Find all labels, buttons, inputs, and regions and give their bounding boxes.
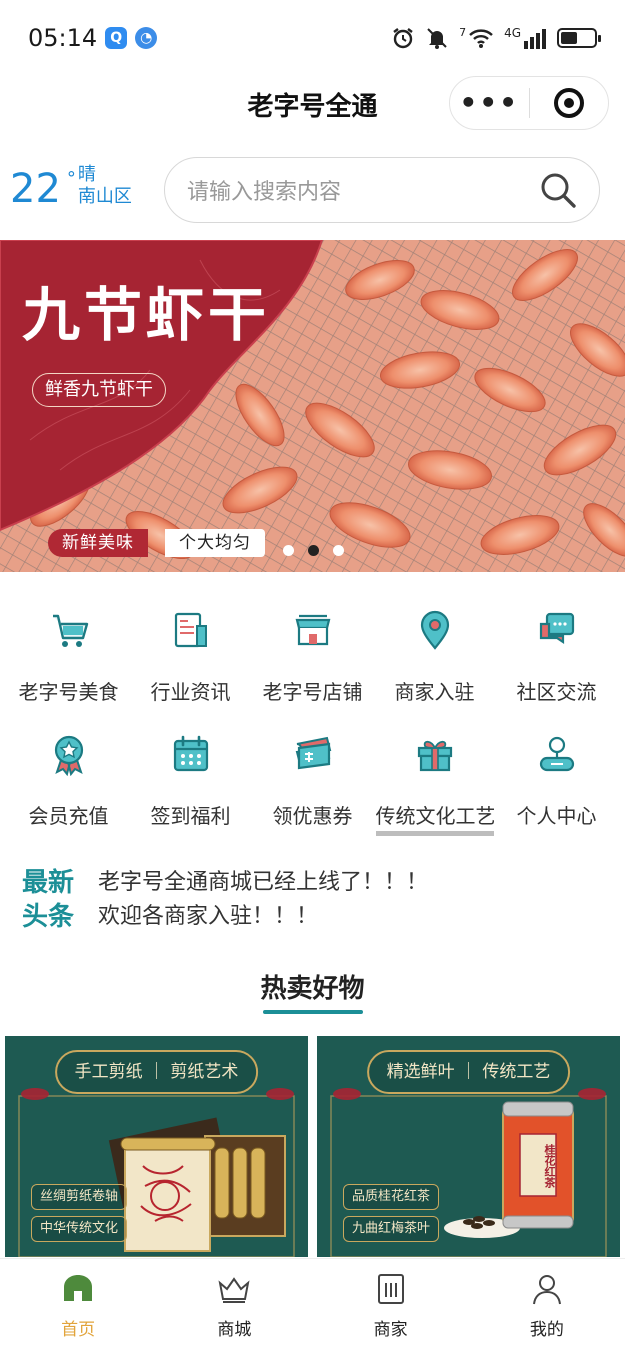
- banner-title: 九节虾干: [22, 281, 271, 349]
- menu-item-profile[interactable]: 个人中心: [494, 724, 619, 834]
- battery-fill: [561, 32, 577, 44]
- document-icon: [174, 612, 207, 648]
- network-type: 4G: [504, 26, 521, 40]
- menu-label: 行业资讯: [150, 680, 231, 704]
- product-card[interactable]: 桂花红茶 精选鲜叶 ｜ 传统工艺 品质桂花红茶 九曲红梅茶叶: [317, 1036, 620, 1257]
- menu-label: 签到福利: [150, 804, 231, 828]
- status-bar: 05:14 Q ◔ 7 4G: [0, 0, 625, 76]
- menu-label: 领优惠券: [272, 804, 353, 828]
- more-dots-icon[interactable]: •••: [450, 88, 529, 118]
- menu-item-craft[interactable]: 传统文化工艺: [372, 724, 497, 836]
- crown-icon: [218, 1277, 250, 1303]
- news-tag: 最新 头条: [22, 866, 86, 934]
- close-mini-program-button[interactable]: [530, 88, 609, 118]
- weather-widget[interactable]: 22 ° 晴 南山区: [10, 164, 150, 214]
- menu-label: 个人中心: [516, 804, 597, 828]
- menu-label: 商家入驻: [394, 680, 475, 704]
- target-icon: [553, 88, 584, 118]
- search-icon[interactable]: [539, 171, 577, 209]
- medal-icon: [54, 735, 83, 777]
- banner-tag-size: 个大均匀: [165, 529, 265, 557]
- menu-item-stores[interactable]: 老字号店铺: [250, 600, 375, 710]
- chat-icon: [539, 612, 574, 645]
- banner-tag-fresh: 新鲜美味: [48, 529, 148, 557]
- menu-item-coupon[interactable]: 领优惠券: [250, 724, 375, 834]
- product-feature: 中华传统文化: [31, 1216, 128, 1242]
- coupon-icon: [295, 736, 331, 770]
- mini-program-capsule: •••: [449, 76, 609, 130]
- menu-label: 老字号美食: [18, 680, 119, 704]
- degree-symbol: °: [66, 168, 76, 189]
- tab-label: 首页: [61, 1320, 96, 1340]
- carousel-dot[interactable]: [308, 545, 319, 556]
- wifi-icon: [469, 29, 493, 48]
- battery-icon: [557, 28, 601, 48]
- carousel-dot[interactable]: [333, 545, 344, 556]
- product-feature: 品质桂花红茶: [343, 1184, 440, 1210]
- temperature: 22: [10, 166, 61, 212]
- search-placeholder: 请输入搜索内容: [187, 180, 342, 205]
- tab-mine[interactable]: 我的: [469, 1259, 625, 1345]
- tab-label: 商家: [373, 1320, 408, 1340]
- tab-home[interactable]: 首页: [0, 1259, 156, 1345]
- banner-subtitle: 鲜香九节虾干: [32, 373, 166, 407]
- headline-news[interactable]: 最新 头条 老字号全通商城已经上线了！！！ 欢迎各商家入驻！！！: [22, 866, 612, 938]
- tab-label: 我的: [529, 1320, 564, 1340]
- cart-icon: [52, 614, 88, 647]
- weather-condition: 晴: [77, 164, 96, 185]
- section-underline: [263, 1010, 363, 1014]
- product-ribbon: 手工剪纸 ｜ 剪纸艺术: [54, 1050, 259, 1094]
- section-title: 热卖好物: [260, 974, 365, 1004]
- menu-item-recharge[interactable]: 会员充值: [6, 724, 131, 834]
- user-icon: [539, 736, 574, 772]
- bottom-tab-bar: 首页 商城 商家 我的: [0, 1258, 625, 1345]
- browser-app-icon: ◔: [135, 27, 158, 49]
- product-ribbon: 精选鲜叶 ｜ 传统工艺: [366, 1050, 571, 1094]
- product-feature: 九曲红梅茶叶: [343, 1216, 440, 1242]
- product-card[interactable]: 手工剪纸 ｜ 剪纸艺术 丝绸剪纸卷轴 中华传统文化: [5, 1036, 308, 1257]
- clock: 05:14: [28, 24, 98, 52]
- shop-book-icon: [377, 1274, 404, 1304]
- status-right: 7 4G: [391, 25, 601, 50]
- news-tag-line1: 最新: [22, 868, 75, 898]
- home-icon: [64, 1275, 93, 1301]
- carousel-dot[interactable]: [283, 545, 294, 556]
- search-app-icon: Q: [105, 27, 128, 49]
- tab-mall[interactable]: 商城: [156, 1259, 312, 1345]
- menu-label: 社区交流: [516, 680, 597, 704]
- menu-item-news[interactable]: 行业资讯: [128, 600, 253, 710]
- menu-label: 会员充值: [28, 804, 109, 828]
- news-item[interactable]: 老字号全通商城已经上线了！！！: [98, 866, 428, 900]
- menu-label: 传统文化工艺: [375, 800, 494, 836]
- carousel-dots: [283, 545, 344, 556]
- gift-icon: [417, 740, 452, 772]
- weather-district: 南山区: [77, 186, 132, 207]
- profile-icon: [532, 1275, 561, 1305]
- menu-item-join[interactable]: 商家入驻: [372, 600, 497, 710]
- signal-label: 7: [459, 25, 467, 39]
- nav-bar: 老字号全通 •••: [0, 76, 625, 132]
- menu-item-community[interactable]: 社区交流: [494, 600, 619, 710]
- mute-icon: [427, 28, 447, 49]
- location-pin-icon: [420, 610, 449, 650]
- store-icon: [295, 614, 330, 646]
- tab-label: 商城: [217, 1320, 252, 1340]
- news-item[interactable]: 欢迎各商家入驻！！！: [98, 900, 318, 934]
- news-tag-line2: 头条: [22, 902, 75, 932]
- alarm-icon: [393, 28, 413, 49]
- calendar-icon: [173, 735, 208, 772]
- promo-banner[interactable]: 九节虾干 鲜香九节虾干 新鲜美味 个大均匀: [0, 240, 625, 572]
- menu-label: 老字号店铺: [262, 680, 363, 704]
- menu-item-food[interactable]: 老字号美食: [6, 600, 131, 710]
- product-feature: 丝绸剪纸卷轴: [31, 1184, 128, 1210]
- menu-item-signin[interactable]: 签到福利: [128, 724, 253, 834]
- tea-can-label: 桂花红茶: [543, 1144, 556, 1188]
- tab-merchant[interactable]: 商家: [313, 1259, 469, 1345]
- search-input[interactable]: 请输入搜索内容: [164, 157, 600, 223]
- cell-signal-icon: [524, 29, 546, 49]
- status-left: 05:14 Q ◔: [28, 24, 158, 52]
